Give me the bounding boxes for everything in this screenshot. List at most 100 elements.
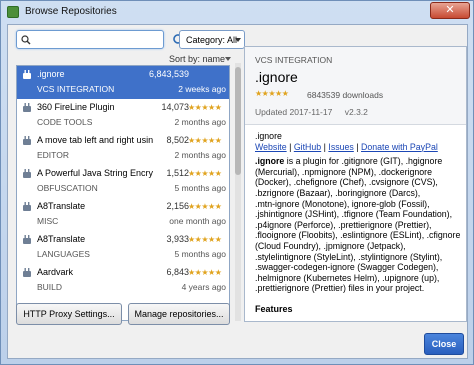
plugin-downloads: 1,512 [166,168,189,178]
features-heading: Features [255,304,293,314]
plugin-downloads: 3,933 [166,234,189,244]
close-button[interactable]: Close [424,333,464,355]
search-icon[interactable] [21,35,31,45]
search-input[interactable] [16,30,164,49]
plugin-icon [23,70,31,79]
plugin-name: A move tab left and right using [37,135,153,145]
description-line: (Docker), .chefignore (Chef), .cvsignore… [255,177,438,188]
plugin-rating-stars: ★★★★★ [188,169,222,178]
description-line: .ignore is a plugin for .gitignore (GIT)… [255,156,460,167]
description-line: .flooignore (Floobits), .eslintignore (E… [255,230,461,241]
plugin-downloads: 6,843,539 [148,69,189,79]
detail-links: Website | GitHub | Issues | Donate with … [255,142,460,153]
plugin-category: CODE TOOLS [37,117,93,127]
chevron-down-icon [235,38,241,42]
plugin-icon [23,169,31,178]
plugin-icon [23,235,31,244]
plugin-rating-stars: ★★★★★ [188,103,222,112]
category-dropdown[interactable]: Category: All [179,30,245,49]
plugin-list-item[interactable]: .ignore 6,843,539 VCS INTEGRATION 2 weeks a… [17,66,229,99]
plugin-list-item[interactable]: A8Translate 3,933 ★★★★★ LANGUAGES 5 months a… [17,231,229,264]
plugin-list-item[interactable]: 360 FireLine Plugin 14,073 ★★★★★ CODE TOOLS… [17,99,229,132]
category-dropdown-label: Category: All [186,35,238,45]
plugin-name: A Powerful Java String Encrypto [37,168,153,178]
plugin-rating-stars: ★★★★★ [188,268,222,277]
link-separator: | [286,141,294,152]
plugin-category: EDITOR [37,150,69,160]
issues-link[interactable]: Issues [328,142,353,152]
description-line: (Cloud Foundry), .jpmignore (Jetpack), [255,240,406,251]
plugin-list-item[interactable]: Aardvark 6,843 ★★★★★ BUILD 4 years ago [17,264,229,297]
plugin-rating-stars: ★★★★★ [188,235,222,244]
plugin-updated: 5 months ago [174,183,226,193]
plugin-downloads: 8,502 [166,135,189,145]
plugin-icon [23,103,31,112]
plugin-updated: 5 months ago [174,249,226,259]
plugin-category: OBFUSCATION [37,183,98,193]
sort-by-dropdown[interactable]: Sort by: name [169,54,225,64]
plugin-list-item[interactable]: A move tab left and right using 8,502 ★★★★… [17,132,229,165]
description-text: .ignore is a plugin for .gitignore (GIT)… [255,156,460,294]
detail-version: v2.3.2 [344,107,368,117]
description-line: .bzrignore (Bazaar), .boringignore (Darc… [255,187,421,198]
plugin-category: VCS INTEGRATION [37,84,115,94]
plugin-updated: 2 months ago [174,150,226,160]
plugin-list[interactable]: .ignore 6,843,539 VCS INTEGRATION 2 weeks a… [16,65,230,321]
detail-updated-date: Updated 2017-11-17 [255,107,333,117]
description-line: .jshintignore (JSHint), .tfignore (Team … [255,209,453,220]
manage-repositories-button[interactable]: Manage repositories... [128,303,230,325]
plugin-downloads: 2,156 [166,201,189,211]
plugin-updated: 4 years ago [181,282,226,292]
http-proxy-settings-button[interactable]: HTTP Proxy Settings... [16,303,122,325]
website-link[interactable]: Website [255,142,287,152]
description-line: .p4ignore (Perforce), .prettierignore (P… [255,219,432,230]
window-close-button[interactable]: ✕ [430,2,470,19]
detail-plugin-name: .ignore [255,69,298,85]
plugin-list-item[interactable]: A8Translate 2,156 ★★★★★ MISC one month ago [17,198,229,231]
window-title: Browse Repositories [25,6,117,17]
plugin-updated: 2 weeks ago [178,84,226,94]
description-bold-name: .ignore [255,156,285,167]
github-link[interactable]: GitHub [294,142,321,152]
description-line: .mtn-ignore (Monotone), ignore-glob (Fos… [255,198,430,209]
app-icon [7,6,19,18]
plugin-list-item[interactable]: A Powerful Java String Encrypto 1,512 ★★★★… [17,165,229,198]
title-bar[interactable]: Browse Repositories ✕ [1,1,473,23]
link-separator: | [353,141,362,152]
plugin-name: A8Translate [37,201,86,211]
dialog-content: Category: All Sort by: name .ignore 6,843… [7,24,468,359]
description-line: .helmignore (Kubernetes Helm), .upignore… [255,272,440,283]
plugin-name: 360 FireLine Plugin [37,102,115,112]
scrollbar-thumb[interactable] [235,67,241,175]
detail-header: VCS INTEGRATION .ignore ★★★★★ 6843539 do… [245,47,466,125]
plugin-list-scrollbar[interactable] [235,63,241,321]
description-line-text: is a plugin for .gitignore (GIT), .hgign… [284,156,443,167]
detail-name-line: .ignore [255,131,282,141]
plugin-rating-stars: ★★★★★ [188,136,222,145]
detail-description: .ignore Website | GitHub | Issues | Dona… [255,131,460,294]
plugin-name: Aardvark [37,267,74,277]
plugin-detail-panel: VCS INTEGRATION .ignore ★★★★★ 6843539 do… [244,46,467,322]
plugin-downloads: 14,073 [161,102,189,112]
donate-link[interactable]: Donate with PayPal [361,142,438,152]
detail-rating-stars: ★★★★★ [255,89,289,98]
plugin-name: A8Translate [37,234,86,244]
plugin-rating-stars: ★★★★★ [188,202,222,211]
description-line: .stylelintignore (StyleLint), .stylintig… [255,251,443,262]
detail-updated: Updated 2017-11-17 v2.3.2 [255,107,368,117]
browse-repositories-window: Browse Repositories ✕ Category: All Sort… [0,0,474,365]
detail-category: VCS INTEGRATION [255,55,333,65]
plugin-icon [23,202,31,211]
description-line: (Mercurial), .npmignore (NPM), .dockerig… [255,166,432,177]
plugin-icon [23,268,31,277]
plugin-name: .ignore [37,69,65,79]
plugin-updated: 2 months ago [174,117,226,127]
description-line: .prettierignore (Prettier) files in your… [255,283,425,294]
plugin-updated: one month ago [169,216,226,226]
plugin-category: LANGUAGES [37,249,90,259]
plugin-category: MISC [37,216,59,226]
sort-chevron-down-icon[interactable] [225,57,231,61]
plugin-icon [23,136,31,145]
plugin-category: BUILD [37,282,63,292]
plugin-downloads: 6,843 [166,267,189,277]
